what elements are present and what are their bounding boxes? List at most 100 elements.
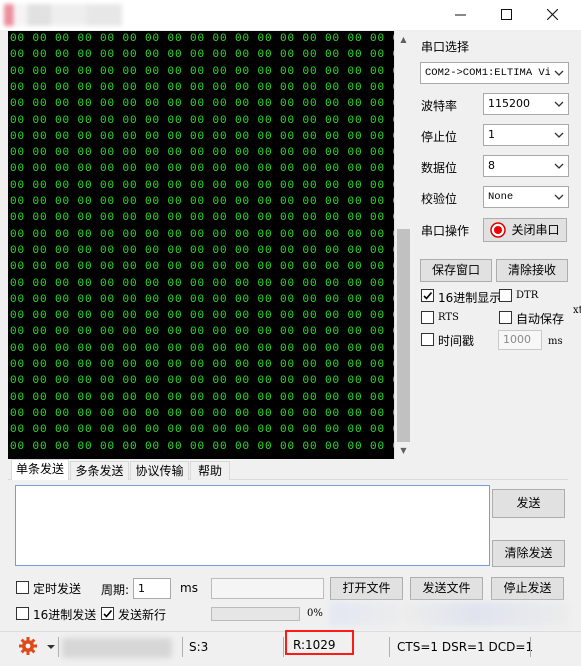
status-separator — [283, 637, 284, 657]
timestamp-label: 时间戳 — [438, 334, 475, 348]
baud-label: 波特率 — [421, 99, 458, 113]
hex-row: 00 00 00 00 00 00 00 00 00 00 00 00 00 0… — [10, 261, 394, 274]
close-icon — [546, 8, 558, 21]
chevron-down-icon — [550, 156, 568, 176]
close-button[interactable] — [529, 0, 575, 30]
send-input[interactable] — [15, 485, 490, 566]
hex-row: 00 00 00 00 00 00 00 00 00 00 00 00 00 0… — [10, 49, 394, 62]
received-count-highlight — [285, 630, 354, 655]
clear-receive-button[interactable]: 清除接收 — [496, 259, 568, 282]
send-newline-label: 发送新行 — [118, 608, 167, 622]
hex-row: 00 00 00 00 00 00 00 00 00 00 00 00 00 0… — [10, 130, 394, 143]
redacted-region — [330, 602, 570, 626]
close-port-label: 关闭串口 — [511, 222, 560, 237]
hex-row: 00 00 00 00 00 00 00 00 00 00 00 00 00 0… — [10, 33, 394, 45]
parity-select[interactable]: None — [483, 186, 569, 208]
send-progress-bar — [211, 607, 300, 621]
tab-single-send[interactable]: 单条发送 — [11, 459, 69, 480]
rts-checkbox[interactable] — [421, 311, 434, 324]
settings-gear-button[interactable] — [18, 636, 38, 659]
clipped-background-text: xt — [573, 305, 581, 316]
baud-select[interactable]: 115200 — [483, 93, 569, 115]
file-path-field[interactable] — [211, 578, 324, 599]
data-bits-select[interactable]: 8 — [483, 155, 569, 177]
scroll-down-arrow-icon[interactable]: ▼ — [395, 442, 412, 459]
parity-label: 校验位 — [421, 192, 458, 206]
scroll-up-arrow-icon[interactable]: ▲ — [395, 31, 412, 48]
send-file-button[interactable]: 发送文件 — [410, 577, 483, 600]
receive-area[interactable]: 00 00 00 00 00 00 00 00 00 00 00 00 00 0… — [8, 31, 394, 459]
record-icon — [490, 222, 507, 238]
hex-row: 00 00 00 00 00 00 00 00 00 00 00 00 00 0… — [10, 310, 394, 323]
auto-save-checkbox[interactable] — [499, 311, 512, 324]
settings-dropdown-arrow-icon[interactable] — [47, 640, 55, 654]
checkmark-icon — [103, 609, 113, 618]
stop-bits-value: 1 — [488, 128, 495, 141]
auto-save-label: 自动保存 — [516, 312, 565, 326]
hex-row: 00 00 00 00 00 00 00 00 00 00 00 00 00 0… — [10, 407, 394, 420]
hex-row: 00 00 00 00 00 00 00 00 00 00 00 00 00 0… — [10, 179, 394, 192]
dtr-checkbox[interactable] — [499, 289, 512, 302]
rts-label: RTS — [438, 312, 459, 323]
redacted-status-text — [62, 638, 172, 658]
receive-scrollbar[interactable]: ▲ ▼ — [394, 31, 411, 459]
port-select-value: COM2->COM1:ELTIMA Vir — [425, 67, 558, 79]
timestamp-ms-label: ms — [548, 336, 563, 347]
hex-display-checkbox[interactable] — [421, 289, 434, 302]
hex-row: 00 00 00 00 00 00 00 00 00 00 00 00 00 0… — [10, 326, 394, 339]
timestamp-interval-input[interactable]: 1000 — [498, 330, 542, 350]
status-separator — [58, 637, 59, 657]
period-ms-label: ms — [180, 581, 198, 595]
close-port-button[interactable]: 关闭串口 — [483, 218, 567, 242]
clear-send-button[interactable]: 清除发送 — [492, 540, 565, 567]
stop-send-button[interactable]: 停止发送 — [491, 577, 564, 600]
minimize-button[interactable] — [437, 0, 483, 30]
open-file-button[interactable]: 打开文件 — [330, 577, 403, 600]
checkmark-icon — [423, 291, 433, 300]
hex-row: 00 00 00 00 00 00 00 00 00 00 00 00 00 0… — [10, 441, 394, 457]
tab-help[interactable]: 帮助 — [190, 461, 230, 480]
period-label: 周期: — [101, 583, 130, 597]
hex-display-label: 16进制显示 — [438, 291, 502, 305]
hex-row: 00 00 00 00 00 00 00 00 00 00 00 00 00 0… — [10, 228, 394, 241]
hex-send-checkbox[interactable] — [16, 607, 29, 620]
send-progress-percent: 0% — [307, 608, 323, 619]
chevron-down-icon — [550, 63, 568, 83]
stop-bits-select[interactable]: 1 — [483, 124, 569, 146]
status-separator — [389, 637, 390, 657]
hex-row: 00 00 00 00 00 00 00 00 00 00 00 00 00 0… — [10, 212, 394, 225]
hex-row: 00 00 00 00 00 00 00 00 00 00 00 00 00 0… — [10, 342, 394, 355]
hex-row: 00 00 00 00 00 00 00 00 00 00 00 00 00 0… — [10, 147, 394, 160]
status-separator — [182, 637, 183, 657]
tab-multi-send[interactable]: 多条发送 — [70, 461, 129, 480]
stop-bits-label: 停止位 — [421, 130, 458, 144]
title-bar — [0, 0, 581, 30]
hex-row: 00 00 00 00 00 00 00 00 00 00 00 00 00 0… — [10, 114, 394, 127]
timestamp-checkbox[interactable] — [421, 333, 434, 346]
hex-row: 00 00 00 00 00 00 00 00 00 00 00 00 00 0… — [10, 196, 394, 208]
chevron-down-icon — [550, 94, 568, 114]
tab-protocol-transfer[interactable]: 协议传输 — [130, 461, 189, 480]
send-newline-checkbox[interactable] — [101, 607, 114, 620]
timed-send-label: 定时发送 — [33, 582, 82, 596]
maximize-button[interactable] — [483, 0, 529, 30]
modem-lines-status: CTS=1 DSR=1 DCD=1 — [397, 640, 534, 654]
period-input[interactable]: 1 — [133, 578, 171, 599]
scroll-thumb[interactable] — [397, 229, 410, 442]
port-operation-label: 串口操作 — [421, 224, 470, 238]
send-button[interactable]: 发送 — [492, 489, 565, 518]
app-title-redacted — [4, 4, 122, 26]
gear-icon — [19, 637, 37, 655]
save-window-button[interactable]: 保存窗口 — [420, 259, 492, 282]
chevron-down-icon — [550, 125, 568, 145]
minimize-icon — [454, 14, 466, 16]
status-separator — [530, 637, 531, 657]
hex-row: 00 00 00 00 00 00 00 00 00 00 00 00 00 0… — [10, 98, 394, 111]
port-select[interactable]: COM2->COM1:ELTIMA Vir — [420, 62, 569, 84]
port-select-label: 串口选择 — [421, 40, 470, 54]
timed-send-checkbox[interactable] — [16, 581, 29, 594]
hex-row: 00 00 00 00 00 00 00 00 00 00 00 00 00 0… — [10, 163, 394, 176]
hex-row: 00 00 00 00 00 00 00 00 00 00 00 00 00 0… — [10, 244, 394, 257]
chevron-down-icon — [550, 187, 568, 207]
data-bits-value: 8 — [488, 159, 495, 172]
